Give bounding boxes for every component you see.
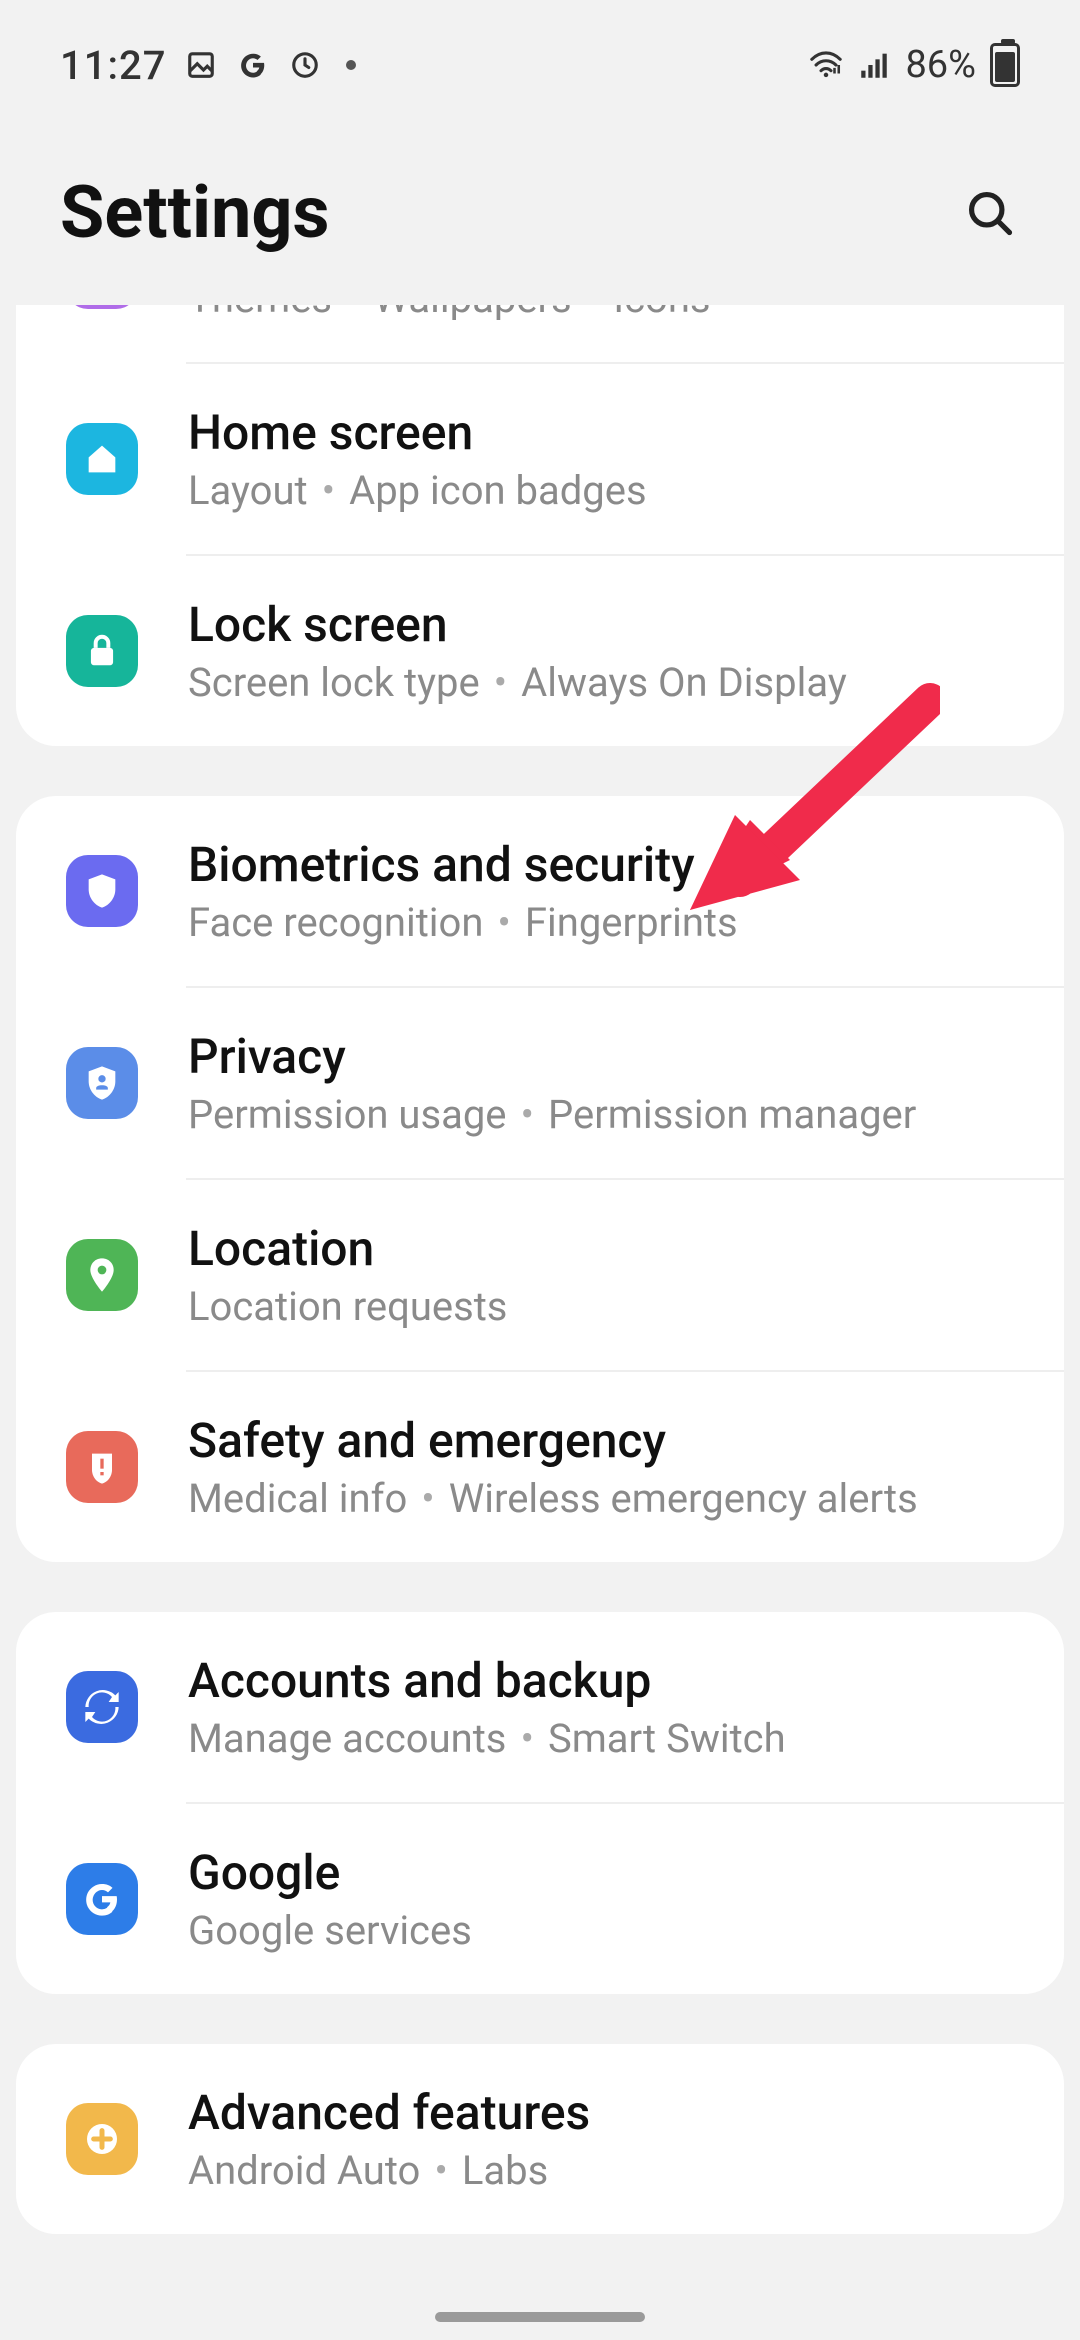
settings-list: ThemesThemes•Wallpapers•Icons Home screen… [0,305,1080,2234]
google-icon [66,1863,138,1935]
settings-item-accounts-backup[interactable]: Accounts and backup Manage accounts•Smart… [16,1612,1064,1802]
lock-screen-icon [66,615,138,687]
row-subtitle: Location requests [188,1283,507,1330]
row-text: Google Google services [188,1844,472,1954]
row-text: Lock screen Screen lock type•Always On Di… [188,596,847,706]
row-title: Privacy [188,1028,916,1085]
wifi-icon [809,48,843,82]
nav-bar-indicator [435,2312,645,2322]
row-subtitle: Permission usage•Permission manager [188,1091,916,1138]
row-title: Home screen [188,404,647,461]
settings-group: Biometrics and security Face recognition•… [16,796,1064,1562]
google-g-icon [236,48,270,82]
row-subtitle: Android Auto•Labs [188,2147,590,2194]
row-text: Advanced features Android Auto•Labs [188,2084,590,2194]
home-screen-icon [66,423,138,495]
search-icon [964,187,1016,239]
biometrics-security-icon [66,855,138,927]
settings-item-privacy[interactable]: Privacy Permission usage•Permission manag… [16,988,1064,1178]
row-text: ThemesThemes•Wallpapers•Icons [188,305,711,322]
settings-group: Accounts and backup Manage accounts•Smart… [16,1612,1064,1994]
settings-group: Advanced features Android Auto•Labs [16,2044,1064,2234]
row-title: Biometrics and security [188,836,738,893]
advanced-features-icon [66,2103,138,2175]
row-text: Safety and emergency Medical info•Wireles… [188,1412,918,1522]
settings-item-lock-screen[interactable]: Lock screen Screen lock type•Always On Di… [16,556,1064,746]
settings-item-biometrics-security[interactable]: Biometrics and security Face recognition•… [16,796,1064,986]
row-title: Google [188,1844,472,1901]
signal-icon [857,48,891,82]
privacy-icon [66,1047,138,1119]
row-text: Location Location requests [188,1220,507,1330]
safety-emergency-icon [66,1431,138,1503]
header: Settings [0,100,1080,305]
location-icon [66,1239,138,1311]
row-title: Safety and emergency [188,1412,918,1469]
row-text: Accounts and backup Manage accounts•Smart… [188,1652,786,1762]
row-title: Location [188,1220,507,1277]
page-title: Settings [60,170,329,255]
settings-item-themes[interactable]: ThemesThemes•Wallpapers•Icons [16,305,1064,362]
settings-item-google[interactable]: Google Google services [16,1804,1064,1994]
themes-icon [66,305,138,309]
gallery-icon [184,48,218,82]
status-bar: 11:27 86% [0,0,1080,100]
row-subtitle: Screen lock type•Always On Display [188,659,847,706]
row-title: Accounts and backup [188,1652,786,1709]
search-button[interactable] [960,183,1020,243]
status-right: 86% [809,43,1020,87]
row-subtitle: Face recognition•Fingerprints [188,899,738,946]
row-subtitle: Layout•App icon badges [188,467,647,514]
settings-item-advanced-features[interactable]: Advanced features Android Auto•Labs [16,2044,1064,2234]
status-left: 11:27 [60,42,356,89]
row-title: Advanced features [188,2084,590,2141]
row-subtitle: Google services [188,1907,472,1954]
settings-item-safety-emergency[interactable]: Safety and emergency Medical info•Wireles… [16,1372,1064,1562]
status-time: 11:27 [60,42,166,89]
row-text: Home screen Layout•App icon badges [188,404,647,514]
battery-icon [990,43,1020,87]
row-subtitle: Medical info•Wireless emergency alerts [188,1475,918,1522]
clock-icon [288,48,322,82]
accounts-backup-icon [66,1671,138,1743]
row-text: Biometrics and security Face recognition•… [188,836,738,946]
settings-group: ThemesThemes•Wallpapers•Icons Home screen… [16,305,1064,746]
settings-item-home-screen[interactable]: Home screen Layout•App icon badges [16,364,1064,554]
row-text: Privacy Permission usage•Permission manag… [188,1028,916,1138]
row-subtitle: Manage accounts•Smart Switch [188,1715,786,1762]
battery-percent: 86% [905,43,976,87]
row-subtitle: Themes•Wallpapers•Icons [188,305,711,322]
row-title: Lock screen [188,596,847,653]
more-notifications-dot [346,60,356,70]
settings-item-location[interactable]: Location Location requests [16,1180,1064,1370]
